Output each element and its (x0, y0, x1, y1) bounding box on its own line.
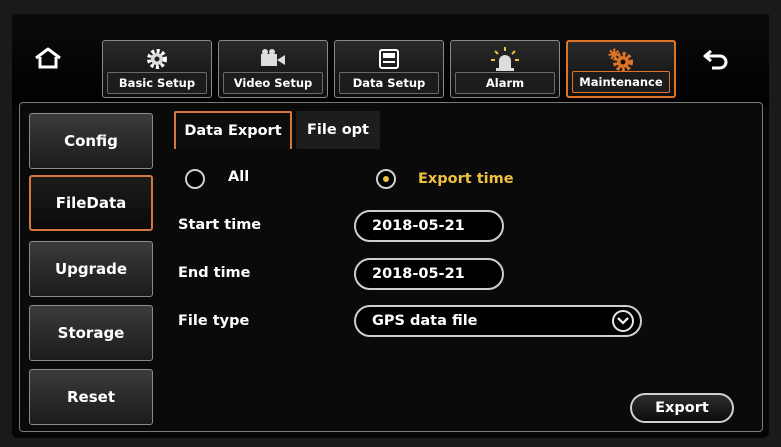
dvr-screen: Basic Setup Video Setup Data Setup Alarm… (12, 14, 769, 438)
sidebar-item-storage[interactable]: Storage (29, 305, 153, 361)
menu-video-setup[interactable]: Video Setup (218, 40, 328, 98)
export-button[interactable]: Export (630, 393, 734, 423)
end-time-field[interactable]: 2018-05-21 (354, 258, 504, 290)
storage-icon (335, 46, 443, 72)
menu-basic-setup-label: Basic Setup (107, 72, 207, 94)
home-icon (35, 47, 61, 69)
start-time-label: Start time (178, 217, 262, 233)
tab-data-export[interactable]: Data Export (174, 111, 292, 149)
radio-export-time[interactable] (376, 169, 396, 189)
menu-maintenance-label: Maintenance (572, 71, 670, 93)
chevron-down-icon[interactable] (612, 310, 634, 332)
content-panel: Config FileData Upgrade Storage Reset Da… (19, 102, 763, 432)
menu-data-setup-label: Data Setup (339, 72, 439, 94)
menu-video-setup-label: Video Setup (223, 72, 323, 94)
radio-export-time-label: Export time (418, 171, 514, 187)
top-menu-bar: Basic Setup Video Setup Data Setup Alarm… (12, 14, 769, 106)
radio-selected-dot (383, 176, 389, 182)
menu-alarm[interactable]: Alarm (450, 40, 560, 98)
radio-all[interactable] (185, 169, 205, 189)
sidebar-item-filedata[interactable]: FileData (29, 175, 153, 231)
menu-data-setup[interactable]: Data Setup (334, 40, 444, 98)
sidebar-item-reset[interactable]: Reset (29, 369, 153, 425)
tab-file-opt[interactable]: File opt (296, 111, 380, 149)
sidebar-item-config[interactable]: Config (29, 113, 153, 169)
camera-icon (219, 46, 327, 72)
gears-icon (568, 47, 674, 73)
file-type-label: File type (178, 313, 250, 329)
menu-basic-setup[interactable]: Basic Setup (102, 40, 212, 98)
back-arrow-icon (703, 49, 728, 70)
sidebar-item-upgrade[interactable]: Upgrade (29, 241, 153, 297)
radio-all-label: All (228, 169, 250, 185)
file-type-select[interactable]: GPS data file (354, 305, 642, 337)
back-button[interactable] (698, 42, 734, 74)
file-type-value: GPS data file (372, 313, 478, 329)
end-time-label: End time (178, 265, 251, 281)
home-button[interactable] (30, 42, 66, 74)
menu-alarm-label: Alarm (455, 72, 555, 94)
alarm-light-icon (451, 46, 559, 72)
menu-maintenance[interactable]: Maintenance (566, 40, 676, 98)
start-time-field[interactable]: 2018-05-21 (354, 210, 504, 242)
gear-icon (103, 46, 211, 72)
